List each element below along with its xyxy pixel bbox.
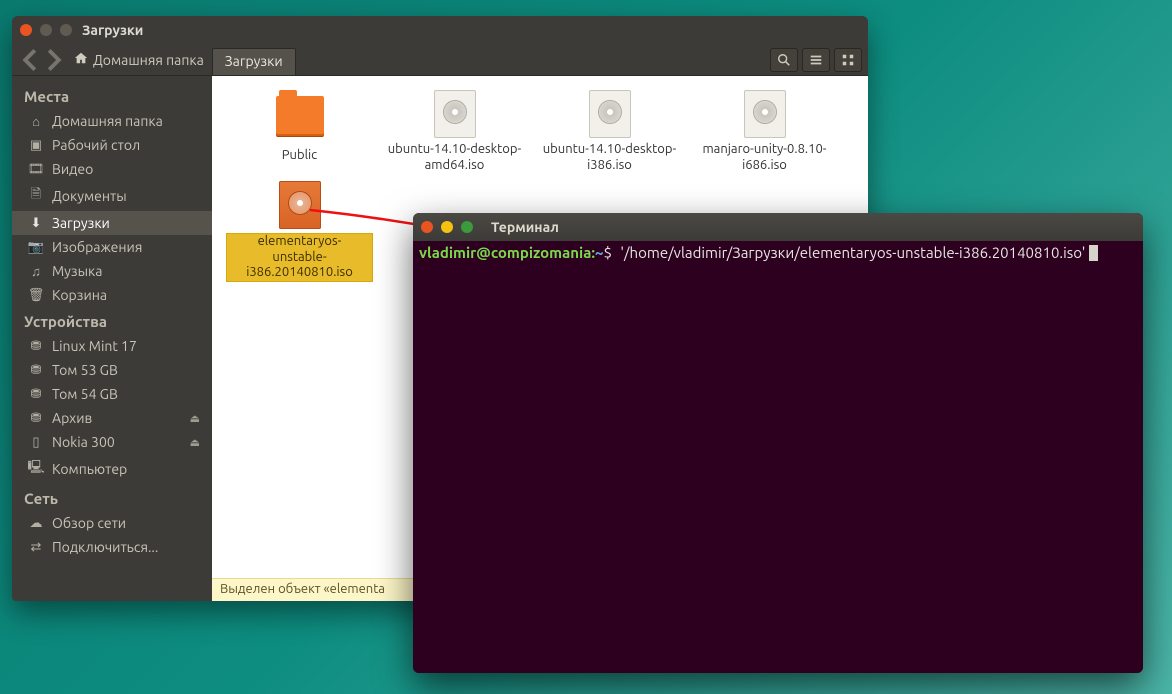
terminal-body[interactable]: vladimir@compizomania:~$ '/home/vladimir… (413, 241, 1143, 673)
drive-icon: ⛃ (28, 363, 44, 378)
video-icon: 🎞 (28, 162, 44, 177)
breadcrumb-home[interactable]: Домашняя папка (66, 47, 212, 72)
file-label: Public (226, 148, 373, 164)
file-label: ubuntu-14.10-desktop-amd64.iso (381, 142, 528, 173)
disc-icon (589, 90, 631, 138)
network-icon: ☁ (28, 516, 44, 531)
sidebar-item-device[interactable]: ⛃ Том 54 GB (12, 382, 212, 406)
sidebar-item-device[interactable]: ⛃ Linux Mint 17 (12, 334, 212, 358)
sidebar-item-video[interactable]: 🎞 Видео (12, 157, 212, 181)
eject-icon[interactable]: ⏏ (190, 412, 200, 425)
downloads-icon: ⬇ (28, 216, 44, 231)
trash-icon: 🗑 (28, 288, 44, 303)
file-label: manjaro-unity-0.8.10-i686.iso (691, 142, 838, 173)
window-title: Загрузки (82, 22, 143, 38)
sidebar: Места ⌂ Домашняя папка ▣ Рабочий стол 🎞 Вид… (12, 76, 212, 578)
file-label: ubuntu-14.10-desktop-i386.iso (536, 142, 683, 173)
sidebar-item-label: Обзор сети (52, 515, 126, 531)
drive-icon: ⛃ (28, 411, 44, 426)
disc-icon (744, 90, 786, 138)
sidebar-item-label: Документы (52, 188, 127, 204)
documents-icon: 🗎 (28, 185, 44, 207)
prompt-user: vladimir@compizomania (419, 244, 591, 261)
search-button[interactable] (770, 48, 798, 72)
file-folder[interactable]: Public (222, 84, 377, 175)
home-icon: ⌂ (28, 114, 44, 129)
window-title: Терминал (491, 219, 559, 235)
disc-icon (279, 181, 321, 229)
sidebar-item-label: Загрузки (52, 215, 110, 231)
window-controls (421, 221, 473, 233)
file-iso-selected[interactable]: elementaryos-unstable-i386.20140810.iso (222, 175, 377, 284)
sidebar-item-label: Видео (52, 161, 93, 177)
minimize-icon[interactable] (40, 24, 52, 36)
sidebar-item-device[interactable]: ▯ Nokia 300 ⏏ (12, 430, 212, 454)
back-button[interactable] (18, 48, 42, 72)
computer-icon: 🖳 (28, 458, 44, 480)
terminal-cursor (1089, 245, 1098, 261)
sidebar-item-label: Домашняя папка (52, 113, 163, 129)
drive-icon: ⛃ (28, 339, 44, 354)
close-icon[interactable] (20, 24, 32, 36)
sidebar-item-label: Том 54 GB (52, 386, 118, 402)
home-icon (74, 51, 88, 68)
sidebar-item-music[interactable]: ♫ Музыка (12, 259, 212, 283)
grid-view-button[interactable] (834, 48, 862, 72)
forward-button[interactable] (42, 48, 66, 72)
list-view-button[interactable] (802, 48, 830, 72)
file-iso[interactable]: manjaro-unity-0.8.10-i686.iso (687, 84, 842, 175)
sidebar-item-network-browse[interactable]: ☁ Обзор сети (12, 511, 212, 535)
sidebar-item-label: Музыка (52, 263, 102, 279)
sidebar-item-label: Том 53 GB (52, 362, 118, 378)
terminal-window: Терминал vladimir@compizomania:~$ '/home… (413, 213, 1143, 673)
folder-icon (276, 96, 324, 136)
prompt-symbol: $ (604, 244, 612, 261)
term-titlebar[interactable]: Терминал (413, 213, 1143, 241)
sidebar-item-desktop[interactable]: ▣ Рабочий стол (12, 133, 212, 157)
drive-icon: ⛃ (28, 387, 44, 402)
eject-icon[interactable]: ⏏ (190, 436, 200, 449)
sidebar-item-label: Архив (52, 410, 92, 426)
maximize-icon[interactable] (60, 24, 72, 36)
sidebar-item-computer[interactable]: 🖳 Компьютер (12, 454, 212, 484)
sidebar-item-label: Компьютер (52, 461, 127, 477)
fm-titlebar[interactable]: Загрузки (12, 16, 868, 44)
sidebar-header-devices: Устройства (12, 307, 212, 334)
sidebar-item-pictures[interactable]: 📷 Изображения (12, 235, 212, 259)
phone-icon: ▯ (28, 435, 44, 450)
sidebar-item-network-connect[interactable]: ⇄ Подключиться... (12, 535, 212, 559)
sidebar-item-label: Linux Mint 17 (52, 338, 137, 354)
sidebar-item-trash[interactable]: 🗑 Корзина (12, 283, 212, 307)
sidebar-item-device[interactable]: ⛃ Архив ⏏ (12, 406, 212, 430)
sidebar-item-device[interactable]: ⛃ Том 53 GB (12, 358, 212, 382)
file-iso[interactable]: ubuntu-14.10-desktop-amd64.iso (377, 84, 532, 175)
prompt-path: ~ (595, 244, 603, 261)
sidebar-item-documents[interactable]: 🗎 Документы (12, 181, 212, 211)
breadcrumb-home-label: Домашняя папка (93, 52, 204, 68)
terminal-command: '/home/vladimir/Загрузки/elementaryos-un… (620, 244, 1088, 261)
sidebar-item-label: Корзина (52, 287, 107, 303)
sidebar-header-network: Сеть (12, 484, 212, 511)
sidebar-item-label: Рабочий стол (52, 137, 140, 153)
sidebar-item-label: Изображения (52, 239, 142, 255)
close-icon[interactable] (421, 221, 433, 233)
maximize-icon[interactable] (461, 221, 473, 233)
sidebar-item-home[interactable]: ⌂ Домашняя папка (12, 109, 212, 133)
file-iso[interactable]: ubuntu-14.10-desktop-i386.iso (532, 84, 687, 175)
sidebar-item-label: Nokia 300 (52, 434, 115, 450)
disc-icon (434, 90, 476, 138)
file-label: elementaryos-unstable-i386.20140810.iso (226, 233, 373, 282)
sidebar-item-label: Подключиться... (52, 539, 158, 555)
connect-icon: ⇄ (28, 540, 44, 555)
desktop-icon: ▣ (28, 138, 44, 153)
fm-toolbar: Домашняя папка Загрузки (12, 44, 868, 76)
pictures-icon: 📷 (28, 240, 44, 255)
sidebar-header-places: Места (12, 82, 212, 109)
minimize-icon[interactable] (441, 221, 453, 233)
sidebar-item-downloads[interactable]: ⬇ Загрузки (12, 211, 212, 235)
breadcrumb-current[interactable]: Загрузки (212, 48, 296, 75)
music-icon: ♫ (28, 264, 44, 279)
window-controls (20, 24, 72, 36)
